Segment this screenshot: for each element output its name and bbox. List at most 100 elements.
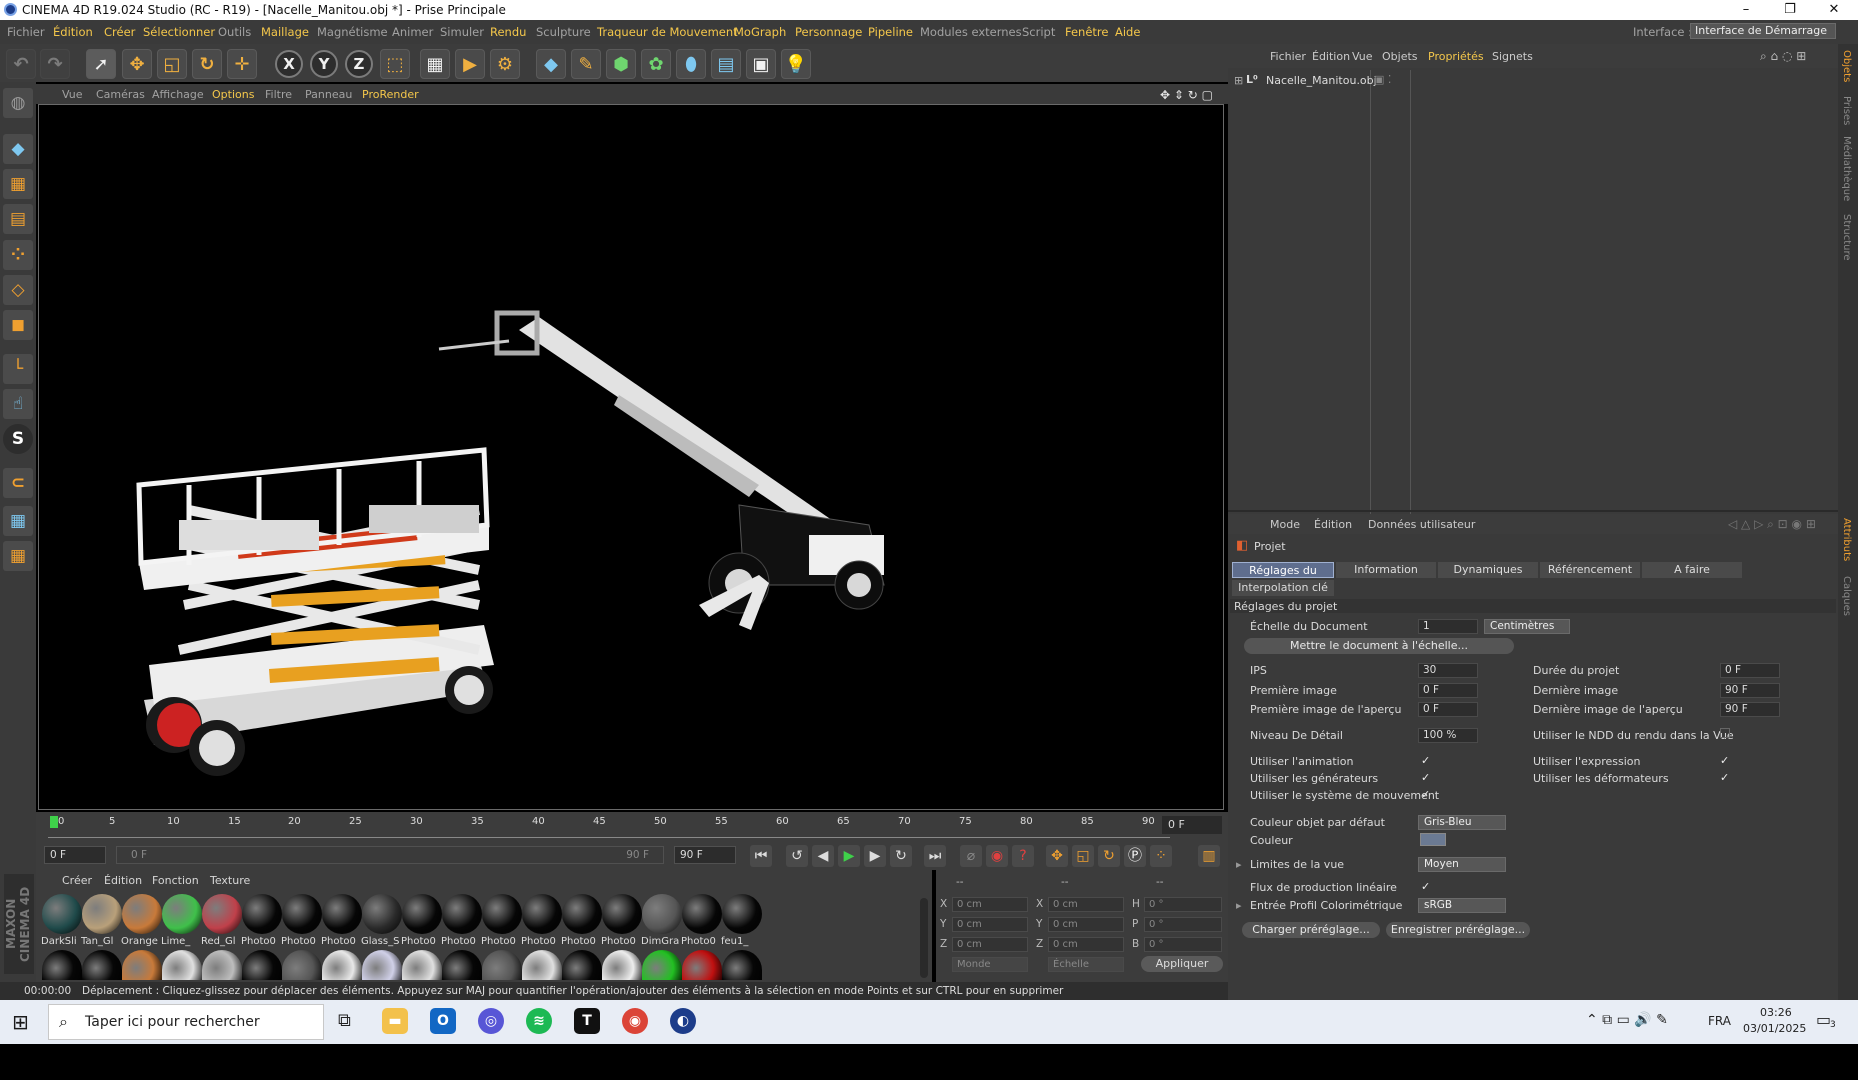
- attr-menu-mode[interactable]: Mode: [1270, 518, 1300, 531]
- menu-mograph[interactable]: MoGraph: [734, 25, 786, 39]
- vp-menu-vue[interactable]: Vue: [62, 88, 83, 101]
- menu-aide[interactable]: Aide: [1115, 25, 1140, 39]
- default-color-select[interactable]: Gris-Bleu: [1418, 815, 1506, 830]
- x-axis-toggle[interactable]: X: [275, 50, 303, 78]
- expand-icon[interactable]: ⊞: [1234, 74, 1243, 87]
- coord-size-mode-select[interactable]: Échelle: [1048, 957, 1124, 972]
- material-swatch[interactable]: [602, 894, 642, 934]
- material-swatch[interactable]: [162, 950, 202, 980]
- material-swatch[interactable]: [122, 950, 162, 980]
- mat-menu-fonction[interactable]: Fonction: [152, 874, 199, 887]
- magnet-icon[interactable]: ⊂: [3, 468, 33, 498]
- menu-script[interactable]: Script: [1022, 25, 1055, 39]
- menu-simuler[interactable]: Simuler: [440, 25, 484, 39]
- transform-icon[interactable]: ✛: [227, 49, 257, 79]
- planar-workplane-icon[interactable]: ▦: [3, 541, 33, 571]
- material-swatch[interactable]: [482, 894, 522, 934]
- light-icon[interactable]: 💡: [781, 49, 811, 79]
- start-frame-field[interactable]: 0 F: [44, 846, 106, 864]
- obj-header-icons[interactable]: ⌕ ⌂ ◌ ⊞: [1760, 49, 1806, 64]
- clock-time[interactable]: 03:26: [1760, 1006, 1792, 1019]
- obj-menu-proprietes[interactable]: Propriétés: [1428, 50, 1484, 63]
- material-swatch[interactable]: [522, 950, 562, 980]
- material-swatch[interactable]: [242, 894, 282, 934]
- render-settings-icon[interactable]: ⚙: [490, 49, 520, 79]
- material-swatch[interactable]: [642, 950, 682, 980]
- menu-outils[interactable]: Outils: [218, 25, 251, 39]
- taskbar-search[interactable]: ⌕ Taper ici pour rechercher: [48, 1004, 324, 1040]
- language-indicator[interactable]: FRA: [1708, 1014, 1731, 1028]
- interface-select[interactable]: Interface de Démarrage: [1690, 23, 1836, 39]
- make-editable-icon[interactable]: ◍: [3, 88, 33, 118]
- timeline-ruler[interactable]: 0 5 10 15 20 25 30 35 40 45 50 55 60 65 …: [36, 812, 1228, 840]
- move-icon[interactable]: ✥: [122, 49, 152, 79]
- side-tab-calques[interactable]: Calques: [1841, 576, 1852, 616]
- doc-scale-unit-select[interactable]: Centimètres: [1484, 619, 1570, 634]
- tray-icons[interactable]: ⌃ ⧉ ▭ 🔊 ✎: [1586, 1012, 1668, 1028]
- material-swatch[interactable]: [242, 950, 282, 980]
- auto-key-icon[interactable]: ?: [1012, 845, 1034, 867]
- end-frame-field[interactable]: 90 F: [674, 846, 736, 864]
- lock-workplane-icon[interactable]: ▦: [3, 506, 33, 536]
- chrome-icon[interactable]: ◉: [622, 1008, 648, 1034]
- cinema4d-taskbar-icon[interactable]: ◐: [670, 1008, 696, 1034]
- viewport-3d[interactable]: [38, 104, 1224, 810]
- use-animation-checkbox[interactable]: ✓: [1421, 754, 1430, 767]
- render-picture-viewer-icon[interactable]: ▶: [455, 49, 485, 79]
- menu-traqueur[interactable]: Traqueur de Mouvement: [597, 25, 738, 39]
- minimize-button[interactable]: –: [1724, 0, 1768, 20]
- vp-menu-prorender[interactable]: ProRender: [362, 88, 419, 101]
- material-swatch[interactable]: [362, 950, 402, 980]
- vp-menu-options[interactable]: Options: [212, 88, 254, 101]
- axis-mode-icon[interactable]: └: [3, 354, 33, 384]
- material-swatch[interactable]: [522, 894, 562, 934]
- object-tree[interactable]: ⊞ L⁰ Nacelle_Manitou.obj ▣ ⁚: [1230, 70, 1836, 530]
- vp-menu-affichage[interactable]: Affichage: [152, 88, 204, 101]
- mat-menu-creer[interactable]: Créer: [62, 874, 92, 887]
- y-axis-toggle[interactable]: Y: [310, 50, 338, 78]
- ndd-render-checkbox[interactable]: [1720, 728, 1730, 738]
- expand-arrow-icon[interactable]: ▸: [1236, 858, 1242, 871]
- spline-pen-icon[interactable]: ✎: [571, 49, 601, 79]
- use-generators-checkbox[interactable]: ✓: [1421, 771, 1430, 784]
- side-tab-structure[interactable]: Structure: [1841, 214, 1852, 261]
- vp-menu-cameras[interactable]: Caméras: [96, 88, 145, 101]
- redo-icon[interactable]: ↷: [40, 49, 70, 79]
- material-swatch[interactable]: [82, 894, 122, 934]
- material-swatch[interactable]: [562, 894, 602, 934]
- tab-interpolation[interactable]: Interpolation clé: [1232, 580, 1334, 596]
- material-swatch[interactable]: [282, 950, 322, 980]
- menu-fenetre[interactable]: Fenêtre: [1065, 25, 1108, 39]
- menu-edition[interactable]: Édition: [53, 25, 93, 39]
- timeline-window-icon[interactable]: ▥: [1198, 845, 1220, 867]
- material-swatch[interactable]: [402, 894, 442, 934]
- material-swatch[interactable]: [322, 950, 362, 980]
- subdivision-icon[interactable]: ⬢: [606, 49, 636, 79]
- material-swatch[interactable]: [602, 950, 642, 980]
- timeline-scale[interactable]: 0 5 10 15 20 25 30 35 40 45 50 55 60 65 …: [48, 816, 1170, 838]
- go-to-start-icon[interactable]: ⏮: [750, 845, 772, 867]
- vp-menu-filtre[interactable]: Filtre: [265, 88, 292, 101]
- menu-sculpture[interactable]: Sculpture: [536, 25, 591, 39]
- notifications-icon[interactable]: ▭: [1816, 1010, 1831, 1029]
- next-key-icon[interactable]: ↻: [890, 845, 912, 867]
- attr-menu-user-data[interactable]: Données utilisateur: [1368, 518, 1475, 531]
- color-profile-select[interactable]: sRGB: [1418, 898, 1506, 913]
- key-pla-icon[interactable]: ⁘: [1150, 845, 1172, 867]
- color-swatch[interactable]: [1420, 833, 1446, 846]
- material-swatch[interactable]: [42, 950, 82, 980]
- points-mode-icon[interactable]: ⁘: [3, 240, 33, 270]
- material-swatch[interactable]: [722, 894, 762, 934]
- view-limits-select[interactable]: Moyen: [1418, 857, 1506, 872]
- select-cursor-icon[interactable]: ➚: [86, 49, 116, 79]
- last-frame-input[interactable]: 90 F: [1720, 683, 1780, 698]
- keyframe-key-icon[interactable]: ⌀: [960, 845, 982, 867]
- material-swatch[interactable]: [482, 950, 522, 980]
- mat-menu-edition[interactable]: Édition: [104, 874, 142, 887]
- coord-rot-p[interactable]: 0 °: [1144, 917, 1222, 932]
- undo-icon[interactable]: ↶: [6, 49, 36, 79]
- obj-menu-signets[interactable]: Signets: [1492, 50, 1533, 63]
- material-swatch[interactable]: [402, 950, 442, 980]
- vp-menu-panneau[interactable]: Panneau: [305, 88, 352, 101]
- tab-dynamiques[interactable]: Dynamiques: [1438, 562, 1538, 578]
